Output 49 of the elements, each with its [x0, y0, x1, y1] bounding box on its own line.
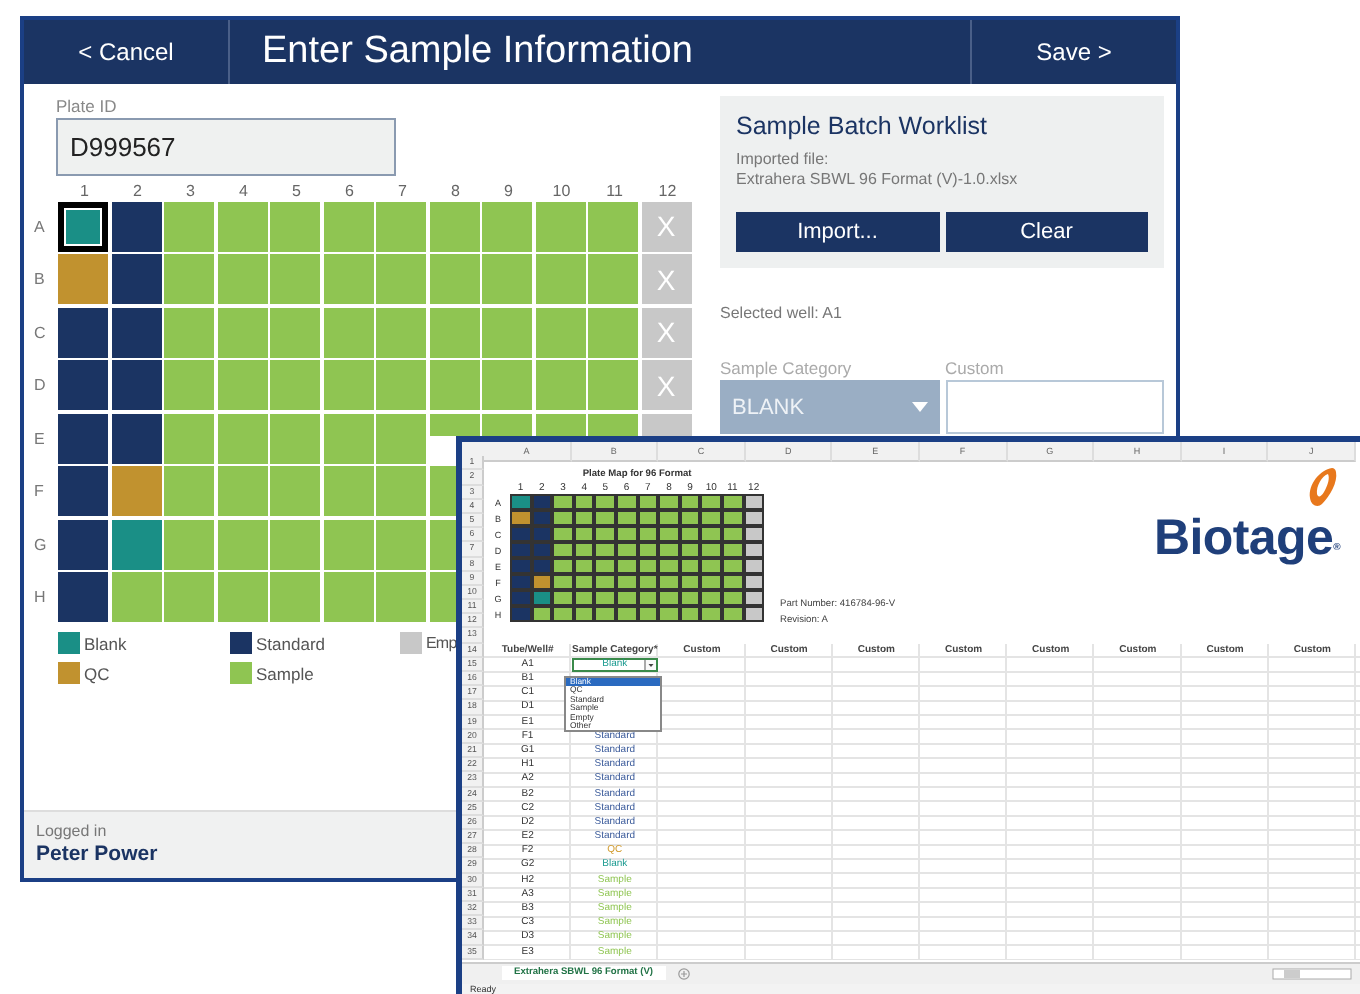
- legend-label: QC: [84, 663, 110, 683]
- caret-icon: [911, 402, 927, 412]
- custom-field[interactable]: [945, 380, 1164, 434]
- row-letter: F: [32, 482, 46, 501]
- plate-well[interactable]: [111, 201, 161, 252]
- column-number: 8: [449, 182, 462, 200]
- selected-well-text: Selected well: A1: [720, 304, 844, 322]
- user-name: Peter Power: [36, 842, 158, 866]
- plate-well[interactable]: [111, 307, 161, 358]
- row-letter: B: [32, 270, 47, 289]
- row-letter: E: [32, 429, 47, 448]
- column-number: 10: [550, 182, 573, 200]
- logged-in-label: Logged in: [36, 822, 107, 842]
- row-letter: H: [32, 588, 48, 607]
- field-label: Plate ID: [56, 96, 119, 116]
- column-number: 6: [343, 182, 356, 200]
- horizontal-scrollbar[interactable]: [1272, 967, 1352, 980]
- add-sheet-icon[interactable]: [677, 967, 689, 980]
- column-number: 11: [604, 182, 625, 200]
- field-label: Sample Category: [720, 358, 854, 380]
- field-label: Custom: [945, 358, 1006, 380]
- panel-title: Sample Batch Worklist: [736, 112, 990, 140]
- plate-well[interactable]: [111, 413, 161, 464]
- column-number: 2: [131, 182, 144, 200]
- legend-label: Sample: [256, 663, 314, 683]
- legend-label: Blank: [84, 633, 127, 653]
- window-title: Enter Sample Information: [260, 30, 695, 74]
- column-number: 9: [502, 182, 515, 200]
- row-letter: A: [32, 217, 47, 236]
- column-number: 12: [656, 182, 679, 200]
- worklist-button[interactable]: Clear: [945, 212, 1148, 252]
- legend-label: Standard: [256, 633, 325, 653]
- file-name: Extrahera SBWL 96 Format (V)-1.0.xlsx: [736, 170, 1020, 190]
- plate-well[interactable]: [58, 201, 108, 252]
- column-number: 4: [237, 182, 250, 200]
- column-number: 3: [184, 182, 197, 200]
- row-letter: C: [32, 323, 48, 342]
- row-letter: D: [32, 376, 48, 395]
- plate-id-field[interactable]: D999567: [56, 118, 396, 176]
- column-number: 5: [290, 182, 303, 200]
- plate-well[interactable]: [111, 360, 161, 411]
- plate-well[interactable]: [111, 254, 161, 305]
- column-number: 7: [396, 182, 409, 200]
- row-letter: G: [32, 535, 49, 554]
- dropdown-arrow-icon[interactable]: [644, 659, 657, 670]
- imported-label: Imported file:: [736, 150, 831, 170]
- column-number: 1: [78, 182, 91, 200]
- worklist-button[interactable]: Import...: [736, 212, 939, 252]
- legend-label: Emp: [426, 634, 457, 652]
